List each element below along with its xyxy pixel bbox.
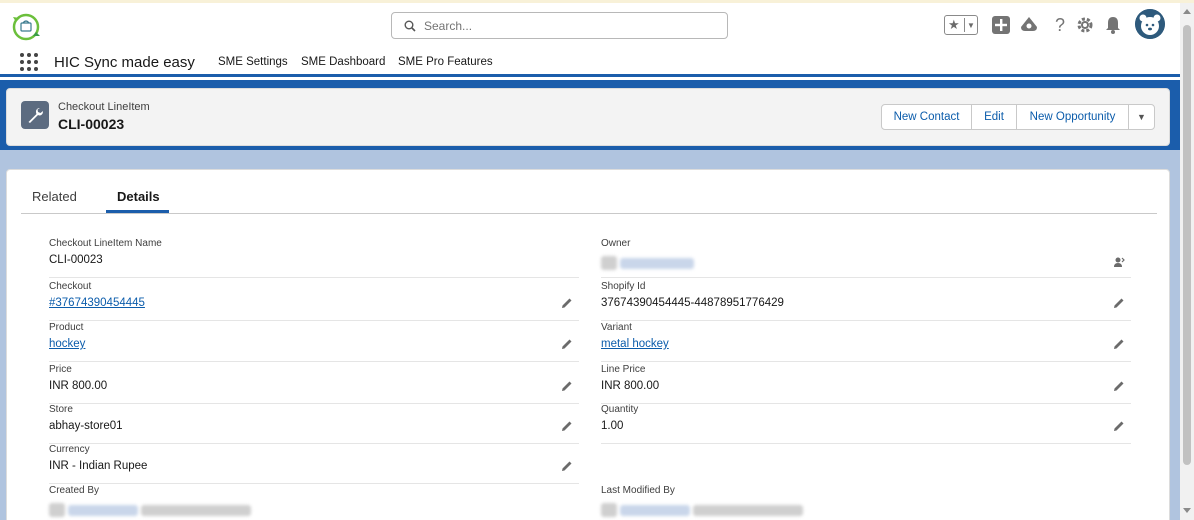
pencil-edit-icon[interactable]: [561, 338, 573, 350]
field-value: INR 800.00: [49, 380, 108, 392]
scrollbar-thumb[interactable]: [1183, 25, 1191, 465]
pencil-edit-icon[interactable]: [1113, 380, 1125, 392]
field-checkout-lineitem-name: Checkout LineItem Name CLI-00023: [49, 236, 579, 278]
product-link[interactable]: hockey: [49, 338, 85, 350]
global-header: ★ ▼ ?: [0, 3, 1180, 47]
field-label: Quantity: [601, 404, 639, 415]
chevron-down-icon: ▼: [1137, 112, 1146, 122]
field-label: Variant: [601, 322, 632, 333]
global-actions-plus-icon[interactable]: [991, 15, 1011, 35]
field-price: Price INR 800.00: [49, 362, 579, 404]
scroll-up-arrow-icon[interactable]: [1183, 9, 1191, 14]
field-label: Owner: [601, 238, 631, 249]
record-title: CLI-00023: [58, 116, 125, 132]
new-contact-button[interactable]: New Contact: [881, 104, 972, 130]
edit-button[interactable]: Edit: [971, 104, 1017, 130]
field-value: abhay-store01: [49, 420, 123, 432]
chevron-down-icon[interactable]: ▼: [967, 18, 975, 34]
help-icon[interactable]: ?: [1050, 15, 1070, 35]
user-avatar[interactable]: [1135, 9, 1165, 39]
field-label: Line Price: [601, 364, 646, 375]
app-name: HIC Sync made easy: [54, 54, 195, 71]
modified-by-redacted: [601, 503, 804, 517]
nav-item-sme-dashboard[interactable]: SME Dashboard: [301, 56, 385, 68]
wrench-icon: [21, 101, 49, 129]
field-value: INR - Indian Rupee: [49, 460, 148, 472]
app-logo[interactable]: [10, 11, 44, 41]
new-opportunity-button[interactable]: New Opportunity: [1016, 104, 1129, 130]
field-product: Product hockey: [49, 320, 579, 362]
field-variant: Variant metal hockey: [601, 320, 1131, 362]
change-owner-icon[interactable]: [1113, 256, 1125, 268]
trailhead-icon[interactable]: [1019, 15, 1039, 35]
field-value: 1.00: [601, 420, 624, 432]
pencil-edit-icon[interactable]: [561, 420, 573, 432]
field-label: Shopify Id: [601, 281, 646, 292]
favorites-star-icon: ★: [948, 17, 960, 32]
field-value: 37674390454445-44878951776429: [601, 297, 784, 309]
field-created-by: Created By: [49, 483, 579, 520]
nav-item-sme-settings[interactable]: SME Settings: [218, 56, 288, 68]
pencil-edit-icon[interactable]: [561, 297, 573, 309]
pencil-edit-icon[interactable]: [561, 460, 573, 472]
field-currency: Currency INR - Indian Rupee: [49, 442, 579, 484]
field-label: Checkout: [49, 281, 92, 292]
global-search[interactable]: [391, 12, 728, 39]
field-quantity: Quantity 1.00: [601, 402, 1131, 444]
field-label: Checkout LineItem Name: [49, 238, 162, 249]
field-label: Store: [49, 404, 73, 415]
checkout-link[interactable]: #37674390454445: [49, 297, 145, 309]
field-label: Last Modified By: [601, 485, 675, 496]
favorites-button[interactable]: ★ ▼: [944, 15, 978, 35]
field-label: Created By: [49, 485, 100, 496]
field-owner: Owner: [601, 236, 1131, 278]
record-highlights-panel: Checkout LineItem CLI-00023 New Contact …: [6, 88, 1170, 146]
pencil-edit-icon[interactable]: [1113, 297, 1125, 309]
notifications-bell-icon[interactable]: [1103, 15, 1123, 35]
field-value: INR 800.00: [601, 380, 660, 392]
scroll-down-arrow-icon[interactable]: [1183, 508, 1191, 513]
field-label: Price: [49, 364, 72, 375]
field-line-price: Line Price INR 800.00: [601, 362, 1131, 404]
field-shopify-id: Shopify Id 37674390454445-44878951776429: [601, 279, 1131, 321]
tab-details[interactable]: Details: [117, 189, 160, 204]
object-type-label: Checkout LineItem: [58, 101, 150, 113]
page-scrollbar[interactable]: [1180, 3, 1194, 520]
active-tab-indicator: [106, 210, 169, 213]
pencil-edit-icon[interactable]: [561, 380, 573, 392]
field-label: Product: [49, 322, 84, 333]
record-tabs: Related Details: [21, 180, 1157, 214]
pencil-edit-icon[interactable]: [1113, 338, 1125, 350]
pencil-edit-icon[interactable]: [1113, 420, 1125, 432]
search-input[interactable]: [424, 17, 714, 35]
field-store: Store abhay-store01: [49, 402, 579, 444]
field-value: CLI-00023: [49, 254, 103, 266]
record-detail-card: Related Details Checkout LineItem Name C…: [6, 169, 1170, 520]
tab-related[interactable]: Related: [32, 189, 77, 204]
field-last-modified-by: Last Modified By: [601, 483, 1131, 520]
owner-redacted: [601, 256, 695, 270]
field-label: Currency: [49, 444, 90, 455]
more-actions-button[interactable]: ▼: [1128, 104, 1155, 130]
setup-gear-icon[interactable]: [1075, 15, 1095, 35]
field-checkout: Checkout #37674390454445: [49, 279, 579, 321]
app-navigation-bar: HIC Sync made easy SME Settings SME Dash…: [0, 47, 1180, 77]
created-by-redacted: [49, 503, 252, 517]
app-launcher-icon[interactable]: [20, 53, 38, 71]
variant-link[interactable]: metal hockey: [601, 338, 669, 350]
nav-item-sme-pro-features[interactable]: SME Pro Features: [398, 56, 493, 68]
favorites-divider: [964, 18, 965, 32]
search-icon: [404, 20, 416, 32]
